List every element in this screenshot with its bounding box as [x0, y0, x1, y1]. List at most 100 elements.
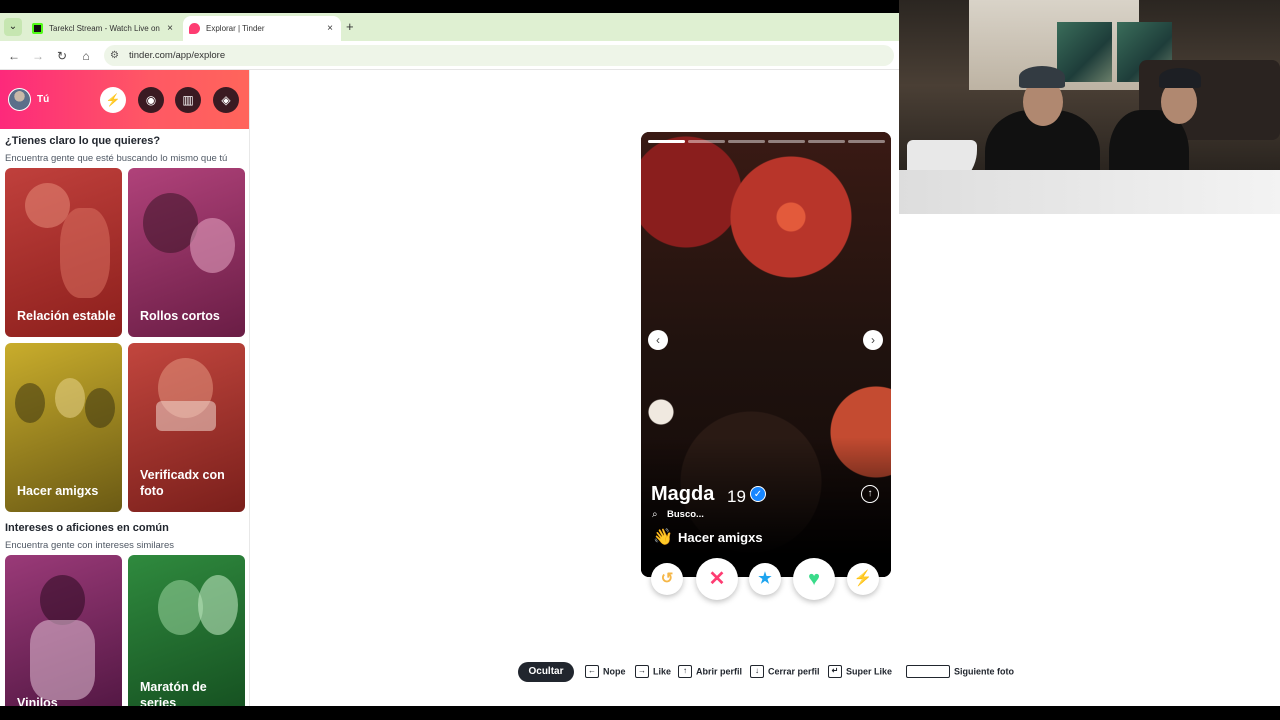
- close-tab-icon[interactable]: ×: [323, 23, 337, 34]
- shortcut-open-profile: ↑ Abrir perfil: [678, 665, 742, 678]
- shortcut-label: Siguiente foto: [954, 666, 1014, 677]
- looking-for-label: Busco...: [667, 509, 704, 520]
- kick-favicon-icon: [32, 23, 43, 34]
- section-title: Intereses o aficiones en común: [5, 522, 169, 534]
- close-tab-icon[interactable]: ×: [163, 23, 177, 34]
- tab-tinder-explore[interactable]: Explorar | Tinder ×: [183, 16, 341, 41]
- section-subtitle: Encuentra gente que esté buscando lo mis…: [5, 153, 228, 164]
- webcam-table: [899, 170, 1280, 214]
- card-hacer-amigxs[interactable]: Hacer amigxs: [5, 343, 122, 512]
- enter-key-icon: ↵: [828, 665, 842, 678]
- webcam-painting: [1057, 22, 1112, 82]
- shortcut-super-like: ↵ Super Like: [828, 665, 892, 678]
- photo-progress-segment: [648, 140, 685, 143]
- photo-camera: [156, 401, 216, 431]
- briefcase-icon[interactable]: ▥: [175, 87, 201, 113]
- photo-progress-segment: [688, 140, 725, 143]
- like-button[interactable]: ♥: [793, 558, 835, 600]
- hide-shortcuts-button[interactable]: Ocultar: [518, 662, 574, 682]
- photo-progress-bar: [648, 140, 885, 143]
- left-key-icon: ←: [585, 665, 599, 678]
- profile-label[interactable]: Tú: [37, 94, 49, 105]
- shortcut-close-profile: ↓ Cerrar perfil: [750, 665, 820, 678]
- card-verificadx-con-foto[interactable]: Verificadx con foto: [128, 343, 245, 512]
- profile-card[interactable]: ‹ › Magda 19 ✓ ↑ ⌕ Busco... 👋 Hacer amig…: [641, 132, 891, 577]
- card-label: Hacer amigxs: [17, 484, 99, 498]
- shield-icon[interactable]: ◈: [213, 87, 239, 113]
- tab-title: Tarekcl Stream - Watch Live on: [49, 24, 160, 33]
- profile-age: 19: [727, 487, 746, 506]
- shortcut-nope: ← Nope: [585, 665, 626, 678]
- shortcut-label: Nope: [603, 666, 626, 677]
- shortcut-label: Abrir perfil: [696, 666, 743, 677]
- boost-button[interactable]: ⚡: [847, 563, 879, 595]
- next-photo-button[interactable]: ›: [863, 330, 883, 350]
- wave-icon: 👋: [653, 529, 673, 546]
- browser-tabstrip: ⌄ Tarekcl Stream - Watch Live on × Explo…: [0, 13, 899, 41]
- section-subtitle: Encuentra gente con intereses similares: [5, 540, 174, 551]
- up-key-icon: ↑: [678, 665, 692, 678]
- webcam-cap-right: [1159, 68, 1201, 88]
- photo-figure: [30, 620, 95, 700]
- shortcut-label: Like: [653, 666, 672, 677]
- tinder-favicon-icon: [189, 23, 200, 34]
- photo-progress-segment: [848, 140, 885, 143]
- rewind-button[interactable]: ↺: [651, 563, 683, 595]
- card-relacion-estable[interactable]: Relación estable: [5, 168, 122, 337]
- webcam-overlay: [899, 0, 1280, 214]
- tab-title: Explorar | Tinder: [206, 24, 265, 33]
- card-label: Relación estable: [17, 309, 116, 323]
- card-label: Verificadx con foto: [140, 468, 225, 498]
- photo-progress-segment: [728, 140, 765, 143]
- shortcut-like: → Like: [635, 665, 671, 678]
- section-title: ¿Tienes claro lo que quieres?: [5, 135, 161, 147]
- verified-badge-icon: ✓: [750, 486, 766, 502]
- action-buttons: ↺ ✕ ★ ♥ ⚡: [651, 558, 881, 602]
- sidebar-header: Tú ⚡ ◉ ▥ ◈: [0, 70, 249, 129]
- screen: ⌄ Tarekcl Stream - Watch Live on × Explo…: [0, 0, 1280, 720]
- bottom-black-bar: [0, 706, 1280, 720]
- photo-figure: [198, 575, 238, 635]
- photo-figure: [55, 378, 85, 418]
- photo-figure: [190, 218, 235, 273]
- back-arrow-icon[interactable]: ←: [7, 49, 21, 63]
- photo-progress-segment: [808, 140, 845, 143]
- shortcut-label: Cerrar perfil: [768, 666, 820, 677]
- url-text[interactable]: tinder.com/app/explore: [129, 50, 225, 61]
- space-key-icon: [906, 665, 950, 678]
- previous-photo-button[interactable]: ‹: [648, 330, 668, 350]
- profile-name: Magda: [651, 483, 715, 505]
- photo-gradient: [641, 437, 891, 577]
- open-profile-icon[interactable]: ↑: [861, 485, 879, 503]
- tab-kick-stream[interactable]: Tarekcl Stream - Watch Live on ×: [26, 16, 181, 41]
- card-vinilos[interactable]: Vinilos: [5, 555, 122, 706]
- super-like-button[interactable]: ★: [749, 563, 781, 595]
- lightning-icon[interactable]: ⚡: [100, 87, 126, 113]
- compass-icon[interactable]: ◉: [138, 87, 164, 113]
- home-icon[interactable]: ⌂: [79, 49, 93, 63]
- forward-arrow-icon[interactable]: →: [31, 49, 45, 63]
- webcam-cap-left: [1019, 66, 1065, 88]
- card-maraton-de-series[interactable]: Maratón de series: [128, 555, 245, 706]
- nope-button[interactable]: ✕: [696, 558, 738, 600]
- right-key-icon: →: [635, 665, 649, 678]
- shortcut-next-photo: Siguiente foto: [906, 665, 1014, 678]
- tab-search-button[interactable]: ⌄: [4, 18, 22, 36]
- photo-figure: [158, 580, 203, 635]
- photo-figure: [85, 388, 115, 428]
- new-tab-button[interactable]: +: [346, 19, 354, 34]
- card-rollos-cortos[interactable]: Rollos cortos: [128, 168, 245, 337]
- photo-figure: [40, 575, 85, 625]
- relationship-goal: Hacer amigxs: [678, 530, 763, 545]
- avatar[interactable]: [8, 88, 31, 111]
- photo-figure: [60, 208, 110, 298]
- search-icon: ⌕: [652, 509, 658, 520]
- address-toolbar: ← → ↻ ⌂ ⚙ tinder.com/app/explore: [0, 41, 899, 70]
- down-key-icon: ↓: [750, 665, 764, 678]
- reload-icon[interactable]: ↻: [55, 49, 69, 63]
- card-label: Vinilos: [17, 696, 58, 706]
- shortcut-label: Super Like: [846, 666, 893, 677]
- card-label: Rollos cortos: [140, 309, 220, 323]
- site-info-icon[interactable]: ⚙: [110, 50, 119, 61]
- card-label: Maratón de series: [140, 680, 207, 706]
